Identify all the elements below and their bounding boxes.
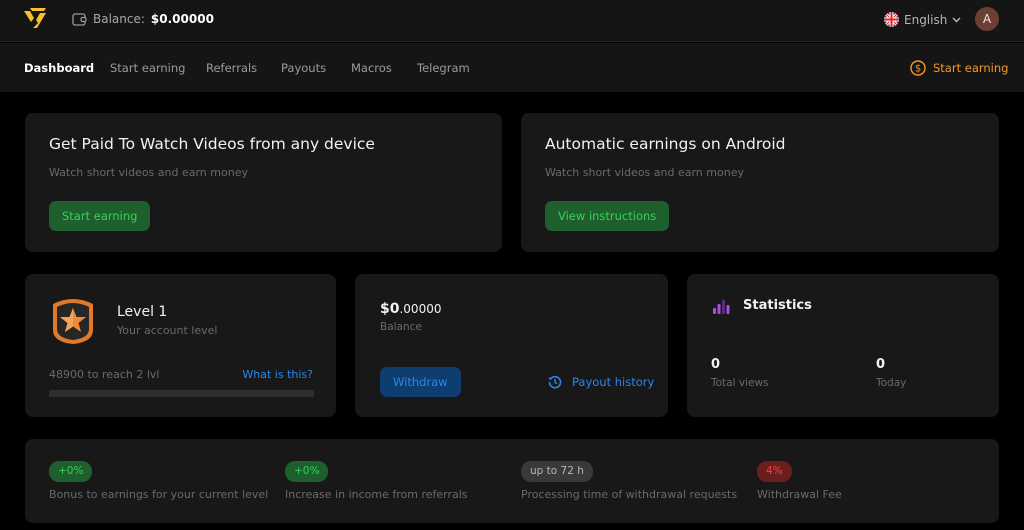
star-badge-icon — [53, 299, 93, 344]
dollar-coin-icon: $ — [910, 60, 926, 76]
nav-dashboard[interactable]: Dashboard — [24, 61, 94, 75]
payout-history-label: Payout history — [572, 375, 655, 389]
logo-icon[interactable] — [24, 8, 48, 30]
bar-chart-icon — [713, 300, 730, 314]
promo-card-android: Automatic earnings on Android Watch shor… — [521, 113, 999, 252]
total-views-value: 0 — [711, 357, 721, 372]
nav-start-earning[interactable]: Start earning — [110, 61, 185, 75]
nav-telegram[interactable]: Telegram — [417, 61, 470, 75]
balance-card: $0.00000 Balance Withdraw Payout history — [355, 274, 668, 417]
processing-time-label: Processing time of withdrawal requests — [521, 488, 738, 501]
info-item-processing-time: up to 72 h Processing time of withdrawal… — [521, 461, 737, 501]
level-progress-bar — [49, 390, 314, 397]
referral-income-badge: +0% — [285, 461, 329, 482]
balance-label: Balance: — [93, 12, 145, 26]
nav-referrals[interactable]: Referrals — [206, 61, 257, 75]
language-label: English — [904, 12, 948, 27]
header-balance: Balance: $0.00000 — [72, 12, 214, 26]
svg-text:$: $ — [915, 64, 921, 75]
today-label: Today — [876, 377, 907, 389]
info-item-level-bonus: +0% Bonus to earnings for your current l… — [49, 461, 268, 501]
promo-title: Automatic earnings on Android — [545, 135, 786, 153]
info-item-referral-income: +0% Increase in income from referrals — [285, 461, 468, 501]
processing-time-badge: up to 72 h — [521, 461, 593, 482]
withdrawal-fee-badge: 4% — [757, 461, 792, 482]
balance-amount-int: $0 — [380, 301, 400, 317]
avatar[interactable]: A — [975, 7, 999, 31]
promo-card-watch: Get Paid To Watch Videos from any device… — [25, 113, 502, 252]
info-item-withdrawal-fee: 4% Withdrawal Fee — [757, 461, 842, 501]
chevron-down-icon — [952, 16, 961, 23]
level-bonus-badge: +0% — [49, 461, 93, 482]
info-strip: +0% Bonus to earnings for your current l… — [25, 439, 999, 523]
what-is-this-link[interactable]: What is this? — [242, 368, 313, 381]
promo-subtitle: Watch short videos and earn money — [49, 166, 248, 179]
start-earning-button[interactable]: Start earning — [49, 201, 151, 231]
promo-title: Get Paid To Watch Videos from any device — [49, 135, 375, 153]
nav-start-earning-cta[interactable]: $ Start earning — [910, 60, 1008, 76]
balance-card-label: Balance — [380, 321, 422, 333]
total-views-label: Total views — [711, 377, 769, 389]
referral-income-label: Increase in income from referrals — [285, 488, 468, 501]
nav-payouts[interactable]: Payouts — [281, 61, 326, 75]
level-progress-text: 48900 to reach 2 lvl — [49, 368, 160, 381]
view-instructions-button[interactable]: View instructions — [545, 201, 670, 231]
level-subtitle: Your account level — [117, 324, 218, 337]
balance-value: $0.00000 — [150, 12, 214, 26]
statistics-card: Statistics 0 Total views 0 Today — [687, 274, 999, 417]
wallet-icon — [72, 12, 87, 26]
balance-amount-dec: .00000 — [399, 302, 442, 316]
withdraw-button[interactable]: Withdraw — [380, 367, 461, 397]
promo-subtitle: Watch short videos and earn money — [545, 166, 744, 179]
main-nav: Dashboard Start earning Referrals Payout… — [0, 43, 1024, 92]
nav-macros[interactable]: Macros — [351, 61, 392, 75]
today-value: 0 — [876, 357, 886, 372]
top-bar: Balance: $0.00000 English A — [0, 0, 1024, 42]
level-card: Level 1 Your account level 48900 to reac… — [25, 274, 336, 417]
statistics-title: Statistics — [743, 298, 812, 313]
uk-flag-icon — [884, 12, 899, 27]
balance-amount: $0.00000 — [380, 301, 441, 317]
history-icon — [548, 375, 562, 389]
level-title: Level 1 — [117, 304, 168, 320]
language-selector[interactable]: English — [884, 12, 961, 27]
withdrawal-fee-label: Withdrawal Fee — [757, 488, 842, 501]
nav-cta-label: Start earning — [933, 61, 1009, 75]
payout-history-link[interactable]: Payout history — [548, 375, 654, 389]
level-bonus-label: Bonus to earnings for your current level — [49, 488, 269, 501]
